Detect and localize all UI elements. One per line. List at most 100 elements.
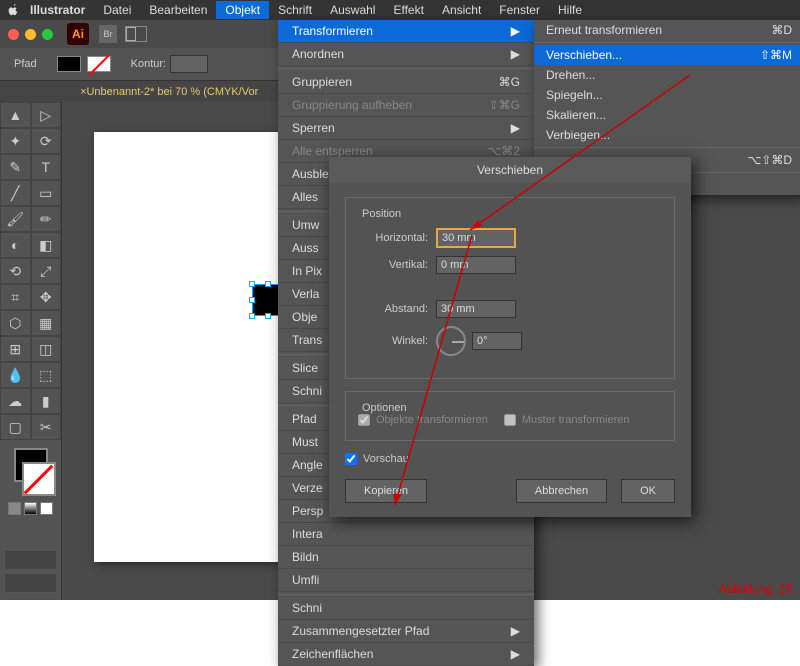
handle-t[interactable] [265,281,271,287]
fill-swatch[interactable] [57,56,81,72]
menu-fenster[interactable]: Fenster [490,3,549,17]
menu-item[interactable]: Anordnen▶ [278,43,534,66]
menu-datei[interactable]: Datei [94,3,140,17]
submenu-item[interactable]: Drehen... [534,65,800,85]
minimize-window[interactable] [25,29,36,40]
mini-gradient[interactable] [24,502,37,515]
direct-select-tool[interactable]: ▷ [31,102,62,128]
pencil-tool[interactable]: ✏ [31,206,62,232]
horizontal-label: Horizontal: [358,232,436,244]
menu-item[interactable]: Gruppierung aufheben⇧⌘G [278,94,534,117]
arrange-icon[interactable] [125,26,147,42]
symbol-tool[interactable]: ☁ [0,388,31,414]
menu-item[interactable]: Schni [278,597,534,620]
draw-mode-1[interactable] [4,550,57,570]
menu-item[interactable]: Zusammengesetzter Pfad▶ [278,620,534,643]
winkel-label: Winkel: [358,335,436,347]
submenu-item[interactable]: Erneut transformieren⌘D [534,20,800,40]
mustertrans-label: Muster transformieren [522,414,630,426]
mini-color[interactable] [8,502,21,515]
menu-hilfe[interactable]: Hilfe [549,3,591,17]
eyedropper-tool[interactable]: 💧 [0,362,31,388]
abstand-label: Abstand: [358,303,436,315]
selection-tool[interactable]: ▲ [0,102,31,128]
zoom-window[interactable] [42,29,53,40]
color-swatches [0,444,61,519]
pen-tool[interactable]: ✎ [0,154,31,180]
menu-item[interactable]: Intera [278,523,534,546]
draw-modes [0,546,61,600]
angle-dial[interactable] [436,326,466,356]
menu-objekt[interactable]: Objekt [216,1,269,19]
ok-button[interactable]: OK [621,479,675,503]
menu-item[interactable]: Bildn [278,546,534,569]
line-tool[interactable]: ╱ [0,180,31,206]
mini-none[interactable] [40,502,53,515]
menu-schrift[interactable]: Schrift [269,3,321,17]
rect-tool[interactable]: ▭ [31,180,62,206]
gradient-tool[interactable]: ◫ [31,336,62,362]
magic-wand-tool[interactable]: ✦ [0,128,31,154]
vorschau-checkbox[interactable] [345,453,357,465]
toolbox: ▲▷ ✦⟳ ✎T ╱▭ 🖌✏ ◐◧ ⟲⤢ ⌗✥ ⬡▦ ⊞◫ 💧⬚ ☁▮ ▢✂ [0,102,62,600]
winkel-input[interactable] [472,332,522,350]
bridge-icon[interactable]: Br [99,25,117,43]
position-group: Position Horizontal: Vertikal: Abstand: … [345,197,675,379]
blend-tool[interactable]: ⬚ [31,362,62,388]
abstand-input[interactable] [436,300,516,318]
handle-l[interactable] [249,297,255,303]
vertikal-input[interactable] [436,256,516,274]
menu-item[interactable]: Gruppieren⌘G [278,71,534,94]
graph-tool[interactable]: ▮ [31,388,62,414]
selection-type: Pfad [14,58,37,70]
blob-tool[interactable]: ◐ [0,232,31,258]
kopieren-button[interactable]: Kopieren [345,479,427,503]
apple-icon [6,3,20,17]
vertikal-label: Vertikal: [358,259,436,271]
close-window[interactable] [8,29,19,40]
submenu-item[interactable]: Verbiegen... [534,125,800,145]
app-name: Illustrator [30,3,94,17]
optionen-group: Optionen Objekte transformieren Muster t… [345,391,675,441]
menu-item[interactable]: Sperren▶ [278,117,534,140]
app-icon: Ai [67,23,89,45]
free-transform[interactable]: ✥ [31,284,62,310]
artboard-tool[interactable]: ▢ [0,414,31,440]
slice-tool[interactable]: ✂ [31,414,62,440]
submenu-item[interactable]: Verschieben...⇧⌘M [534,45,800,65]
handle-tl[interactable] [249,281,255,287]
submenu-item[interactable]: Skalieren... [534,105,800,125]
brush-tool[interactable]: 🖌 [0,206,31,232]
menu-item[interactable]: Transformieren▶ [278,20,534,43]
submenu-item[interactable]: Spiegeln... [534,85,800,105]
mesh-tool[interactable]: ⊞ [0,336,31,362]
figure-caption: Abbildung: 25 [719,582,792,596]
stroke-swatch[interactable] [87,56,111,72]
menu-ansicht[interactable]: Ansicht [433,3,490,17]
handle-bl[interactable] [249,313,255,319]
menu-item[interactable]: Zeichenflächen▶ [278,643,534,666]
artboard [94,132,294,562]
objtrans-checkbox [358,414,370,426]
shape-builder[interactable]: ⬡ [0,310,31,336]
type-tool[interactable]: T [31,154,62,180]
handle-b[interactable] [265,313,271,319]
abbrechen-button[interactable]: Abbrechen [516,479,607,503]
menu-bearbeiten[interactable]: Bearbeiten [140,3,216,17]
menu-item[interactable]: Umfli [278,569,534,592]
stroke-weight[interactable] [170,55,208,73]
lasso-tool[interactable]: ⟳ [31,128,62,154]
menubar: Illustrator Datei Bearbeiten Objekt Schr… [0,0,800,20]
rotate-tool[interactable]: ⟲ [0,258,31,284]
scale-tool[interactable]: ⤢ [31,258,62,284]
horizontal-input[interactable] [436,228,516,248]
eraser-tool[interactable]: ◧ [31,232,62,258]
kontur-label: Kontur: [131,58,166,70]
width-tool[interactable]: ⌗ [0,284,31,310]
menu-effekt[interactable]: Effekt [384,3,432,17]
objtrans-label: Objekte transformieren [376,414,488,426]
menu-auswahl[interactable]: Auswahl [321,3,384,17]
perspective-tool[interactable]: ▦ [31,310,62,336]
draw-mode-2[interactable] [4,573,57,593]
stroke-color[interactable] [22,462,56,496]
